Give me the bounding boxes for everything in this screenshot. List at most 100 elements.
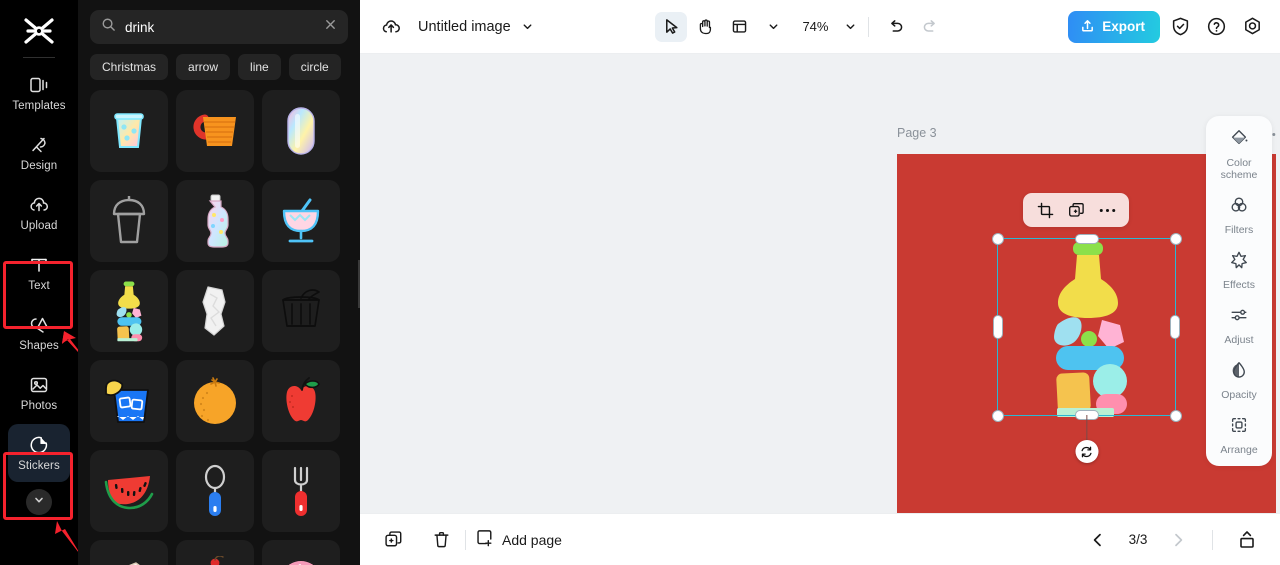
arrange-box-icon xyxy=(1229,415,1249,440)
frame-chevron-down-icon[interactable] xyxy=(767,20,780,33)
orange-fruit-sticker[interactable] xyxy=(176,360,254,442)
zoom-level-value[interactable]: 74% xyxy=(798,19,832,34)
capcut-editor-window: Templates Design Upload Text Shapes Phot… xyxy=(0,0,1280,565)
selection-frame[interactable] xyxy=(991,232,1182,463)
chip-arrow[interactable]: arrow xyxy=(176,54,231,80)
sidebar-item-label: Design xyxy=(20,160,58,172)
line-art-drink-cup-sticker[interactable] xyxy=(262,270,340,352)
sidebar-item-design[interactable]: Design xyxy=(8,124,70,182)
sticker-grid-scroll[interactable] xyxy=(78,88,360,565)
red-apple-sticker[interactable] xyxy=(262,360,340,442)
pink-donut-sticker[interactable] xyxy=(262,540,340,565)
resize-handle-top-center[interactable] xyxy=(1074,234,1099,244)
settings-gear-icon[interactable] xyxy=(1238,12,1268,42)
shield-check-icon[interactable] xyxy=(1166,12,1196,42)
upload-cloud-icon xyxy=(28,194,50,216)
sidebar-item-templates[interactable]: Templates xyxy=(8,64,70,122)
sidebar-item-label: Text xyxy=(28,280,50,292)
sidebar-item-photos[interactable]: Photos xyxy=(8,364,70,422)
zoom-chevron-down-icon[interactable] xyxy=(844,20,857,33)
sidebar-item-shapes[interactable]: Shapes xyxy=(8,304,70,362)
chevron-down-icon xyxy=(33,493,45,511)
title-chevron-down-icon[interactable] xyxy=(521,20,534,33)
bottom-divider xyxy=(465,529,466,550)
page-navigation: 3/3 xyxy=(1083,525,1262,555)
cloud-upload-icon[interactable] xyxy=(378,14,404,40)
hand-tool-button[interactable] xyxy=(689,12,721,42)
redo-button[interactable] xyxy=(914,12,946,42)
bottom-divider-2 xyxy=(1212,529,1213,550)
undo-button[interactable] xyxy=(880,12,912,42)
duplicate-icon[interactable] xyxy=(1063,197,1089,223)
resize-handle-middle-right[interactable] xyxy=(1170,315,1180,339)
holographic-capsule-sticker[interactable] xyxy=(262,90,340,172)
adjust-sliders-icon xyxy=(1229,305,1249,330)
photos-image-icon xyxy=(28,374,50,396)
add-page-label: Add page xyxy=(502,531,562,548)
colorful-abstract-bottle-sticker[interactable] xyxy=(90,270,168,352)
capcut-logo-icon[interactable] xyxy=(19,14,59,48)
crumpled-paper-sticker[interactable] xyxy=(176,270,254,352)
export-page-button[interactable] xyxy=(1232,525,1262,555)
help-question-icon[interactable] xyxy=(1202,12,1232,42)
panel-collapse-handle[interactable] xyxy=(358,260,360,308)
sidebar-item-label: Templates xyxy=(12,100,66,112)
rail-collapse-button[interactable] xyxy=(26,489,52,515)
resize-handle-top-left[interactable] xyxy=(991,232,1004,245)
crop-icon[interactable] xyxy=(1032,197,1058,223)
layer-cake-sticker[interactable] xyxy=(90,540,168,565)
more-dots-icon[interactable] xyxy=(1094,197,1120,223)
prop-arrange[interactable]: Arrange xyxy=(1209,415,1269,456)
delete-page-button[interactable] xyxy=(426,525,456,555)
bottom-toolbar: Add page 3/3 xyxy=(360,513,1280,565)
search-input[interactable]: drink xyxy=(90,10,348,44)
resize-handle-middle-left[interactable] xyxy=(993,315,1003,339)
next-page-button[interactable] xyxy=(1163,525,1193,555)
add-page-button[interactable]: Add page xyxy=(475,528,562,552)
document-title[interactable]: Untitled image xyxy=(418,19,511,35)
prop-label: Adjust xyxy=(1224,334,1254,347)
prop-adjust[interactable]: Adjust xyxy=(1209,305,1269,346)
design-icon xyxy=(28,134,50,156)
pastel-bottle-sticker[interactable] xyxy=(176,180,254,262)
prev-page-button[interactable] xyxy=(1083,525,1113,555)
canvas-area[interactable]: Page 3 Color scheme Filters Effects Adju… xyxy=(360,54,1280,513)
filters-circles-icon xyxy=(1229,195,1249,220)
rotate-icon[interactable] xyxy=(1075,440,1098,463)
sidebar-item-stickers[interactable]: Stickers xyxy=(8,424,70,482)
rail-divider xyxy=(23,57,55,58)
cupcake-cherry-sticker[interactable] xyxy=(176,540,254,565)
chip-circle[interactable]: circle xyxy=(288,54,341,80)
export-button-label: Export xyxy=(1102,19,1145,34)
orange-mug-sticker[interactable] xyxy=(176,90,254,172)
duplicate-page-button[interactable] xyxy=(378,525,408,555)
whisky-glass-lemon-sticker[interactable] xyxy=(90,360,168,442)
text-t-icon xyxy=(28,254,50,276)
red-fork-sticker[interactable] xyxy=(262,450,340,532)
search-input-value[interactable]: drink xyxy=(125,20,315,35)
sidebar-item-upload[interactable]: Upload xyxy=(8,184,70,242)
prop-label: Effects xyxy=(1223,279,1255,292)
toolbar-right-actions: Export xyxy=(1068,10,1268,43)
stickers-panel: drink Christmas arrow line circle xyxy=(78,0,360,565)
chip-christmas[interactable]: Christmas xyxy=(90,54,169,80)
blue-spoon-sticker[interactable] xyxy=(176,450,254,532)
top-toolbar: Untitled image 74% Export xyxy=(360,0,1280,54)
sidebar-item-text[interactable]: Text xyxy=(8,244,70,302)
smoothie-cup-outline-sticker[interactable] xyxy=(90,180,168,262)
cocktail-glass-sticker[interactable] xyxy=(262,180,340,262)
resize-handle-bottom-right[interactable] xyxy=(1169,409,1182,422)
watermelon-slice-sticker[interactable] xyxy=(90,450,168,532)
close-x-icon[interactable] xyxy=(324,18,337,36)
prop-color-scheme[interactable]: Color scheme xyxy=(1209,128,1269,181)
frame-tool-button[interactable] xyxy=(723,12,755,42)
prop-effects[interactable]: Effects xyxy=(1209,250,1269,291)
chip-line[interactable]: line xyxy=(238,54,281,80)
export-button[interactable]: Export xyxy=(1068,10,1160,43)
prop-opacity[interactable]: Opacity xyxy=(1209,360,1269,401)
prop-filters[interactable]: Filters xyxy=(1209,195,1269,236)
resize-handle-top-right[interactable] xyxy=(1169,232,1182,245)
boba-cup-sticker[interactable] xyxy=(90,90,168,172)
select-tool-button[interactable] xyxy=(655,11,688,42)
resize-handle-bottom-left[interactable] xyxy=(991,409,1004,422)
